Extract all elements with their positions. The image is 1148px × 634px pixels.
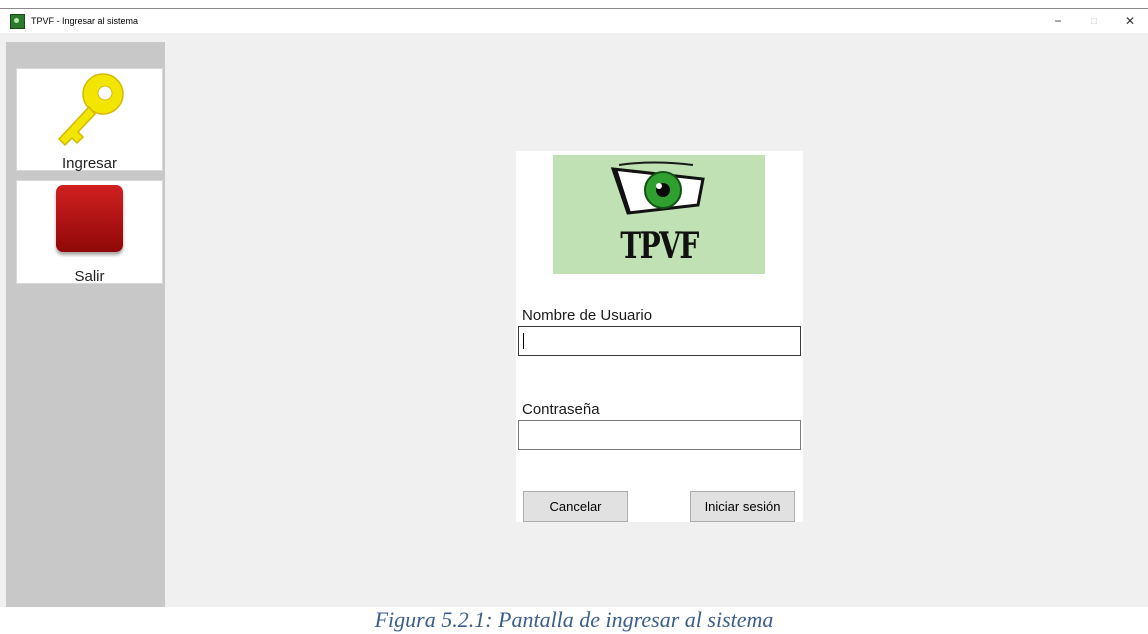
key-icon — [57, 73, 124, 147]
app-window: TPVF - Ingresar al sistema − □ ✕ Ingresa… — [0, 8, 1148, 607]
window-title: TPVF - Ingresar al sistema — [31, 16, 139, 26]
window-controls: − □ ✕ — [1040, 9, 1148, 33]
username-wrapper — [518, 326, 801, 356]
app-icon — [10, 13, 25, 29]
close-button[interactable]: ✕ — [1112, 9, 1148, 33]
maximize-button[interactable]: □ — [1076, 9, 1112, 33]
sidebar-item-label: Ingresar — [61, 155, 118, 172]
minimize-button[interactable]: − — [1040, 9, 1076, 33]
figure-caption: Figura 5.2.1: Pantalla de ingresar al si… — [374, 607, 774, 632]
password-input[interactable] — [518, 420, 801, 450]
login-panel: TPVF Nombre de Usuario Contraseña Cancel… — [516, 151, 803, 522]
sidebar: Ingresar Salir — [6, 42, 165, 607]
logo-text: TPVF — [620, 225, 699, 267]
tpvf-logo: TPVF — [553, 155, 765, 274]
username-input[interactable] — [518, 326, 801, 356]
username-label: Nombre de Usuario — [522, 307, 653, 324]
password-label: Contraseña — [522, 401, 600, 418]
sidebar-item-ingresar[interactable]: Ingresar — [16, 68, 163, 172]
login-button[interactable]: Iniciar sesión — [690, 491, 795, 522]
sidebar-item-label: Salir — [74, 268, 105, 285]
cancel-button[interactable]: Cancelar — [523, 491, 628, 522]
text-caret — [523, 333, 524, 349]
stop-square-icon — [56, 185, 123, 252]
title-bar[interactable]: TPVF - Ingresar al sistema − □ ✕ — [0, 9, 1148, 33]
sidebar-item-salir[interactable]: Salir — [16, 180, 163, 285]
